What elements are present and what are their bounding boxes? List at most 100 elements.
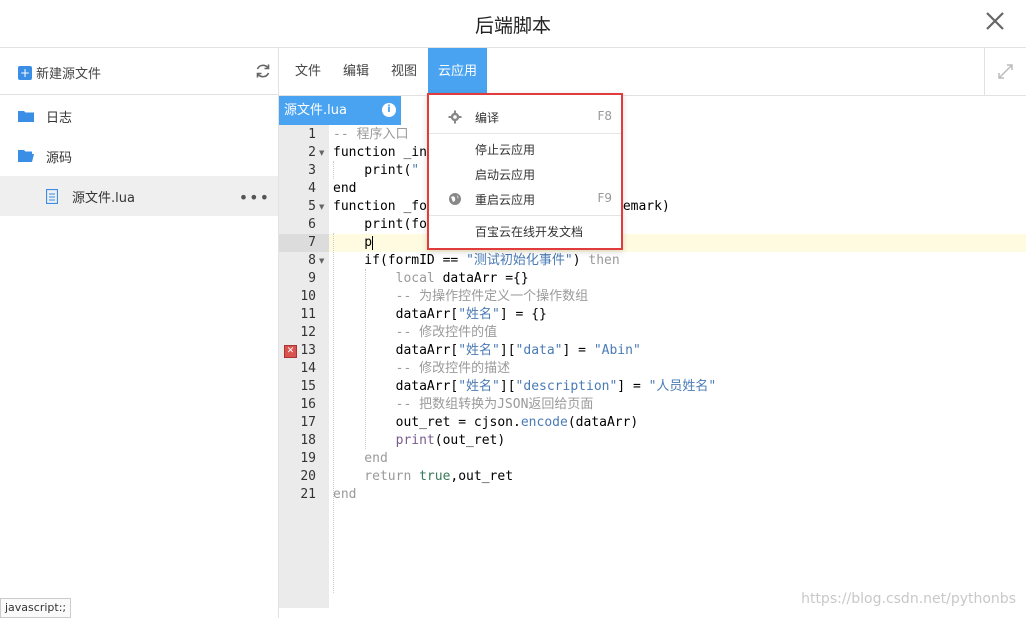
code-line: local dataArr ={} [333, 270, 529, 288]
code-line: return true,out_ret [333, 468, 513, 486]
menu-view[interactable]: 视图 [391, 48, 417, 95]
code-string: "Abin" [593, 343, 641, 358]
sidebar-item-label: 源码 [46, 150, 73, 166]
code-line: print(fo [333, 216, 427, 234]
file-icon [46, 188, 58, 204]
code-string: " [411, 163, 420, 178]
sidebar-item-label: 日志 [46, 110, 73, 126]
code-text: _fo [403, 199, 427, 214]
tab-label: 源文件.lua [284, 103, 347, 118]
code-text: if(formID == [333, 253, 467, 268]
shortcut-label: F9 [597, 191, 612, 205]
code-comment: -- 修改控件的描述 [333, 361, 511, 376]
window-title: 后端脚本 [474, 15, 551, 37]
line-number: 8 [308, 253, 316, 268]
new-file-label: 新建源文件 [36, 67, 102, 82]
line-number: 9 [308, 271, 316, 286]
line-number: 16 [300, 397, 316, 412]
sidebar-item-source-folder[interactable]: 源码 [0, 136, 278, 176]
sidebar-item-label: 源文件.lua [72, 190, 135, 206]
code-string: "测试初始化事件" [466, 253, 573, 268]
line-number: 12 [300, 325, 316, 340]
menu-item-stop-cloud-app[interactable]: 停止云应用 [429, 137, 621, 161]
code-line: -- 修改控件的描述 [333, 360, 510, 378]
menu-item-label: 重启云应用 [475, 193, 536, 207]
menu-edit[interactable]: 编辑 [343, 48, 369, 95]
plus-icon: + [18, 65, 32, 80]
code-keyword: end [333, 181, 357, 196]
folder-open-icon [18, 150, 34, 162]
gear-icon [448, 110, 462, 124]
code-line: function _in [333, 144, 427, 162]
line-number: 11 [300, 307, 316, 322]
line-number: 2 [308, 145, 316, 160]
code-string: "姓名" [458, 307, 500, 322]
line-number: 7 [308, 235, 316, 250]
code-text: dataArr[ [333, 379, 459, 394]
menu-item-label: 启动云应用 [475, 168, 536, 182]
cloud-app-dropdown-menu: 编译 F8 停止云应用 启动云应用 重启云应用 F9 百宝云在线开发文档 [427, 93, 623, 250]
sidebar-item-source-file[interactable]: 源文件.lua ••• [0, 176, 278, 216]
error-icon[interactable]: ✕ [284, 345, 297, 358]
code-literal: true [419, 469, 451, 484]
code-string: "姓名" [458, 379, 500, 394]
info-icon[interactable]: i [382, 103, 396, 117]
code-keyword: then [588, 253, 620, 268]
line-number: 14 [300, 361, 316, 376]
shortcut-label: F8 [597, 109, 612, 123]
code-editor[interactable]: 1 2 3 4 5 6 7 8 9 10 11 12 13 14 15 16 17 18 19 20 21 ▼ ▼ ▼ … [279, 125, 1026, 608]
fullscreen-button[interactable] [984, 48, 1026, 95]
code-string: "data" [515, 343, 563, 358]
code-text: dataArr[ [333, 343, 459, 358]
code-line: end [333, 180, 356, 198]
menu-item-dev-docs[interactable]: 百宝云在线开发文档 [429, 219, 621, 243]
tab-source-file[interactable]: 源文件.lua i [279, 96, 401, 125]
code-keyword: function [333, 145, 404, 160]
code-line: print(out_ret) [333, 432, 506, 450]
menu-item-compile[interactable]: 编译 F8 [429, 105, 621, 129]
new-file-button[interactable]: + 新建源文件 [18, 63, 101, 82]
code-line: -- 修改控件的值 [333, 324, 497, 342]
code-line: -- 为操作控件定义一个操作数组 [333, 288, 588, 306]
code-keyword: function [333, 199, 404, 214]
line-number: 21 [300, 487, 316, 502]
line-number: 6 [308, 217, 316, 232]
menu-divider [429, 133, 621, 134]
code-keyword: local [395, 271, 435, 286]
code-string: "人员姓名" [648, 379, 717, 394]
code-text: (out_ret) [434, 433, 506, 448]
line-number: 4 [308, 181, 316, 196]
file-sidebar: + 新建源文件 日志 源码 源文件.lua ••• javascript:; [0, 48, 279, 618]
refresh-icon[interactable] [254, 62, 272, 80]
fold-arrow-icon[interactable]: ▼ [319, 144, 324, 162]
code-text: print(fo [333, 217, 427, 232]
line-number: 19 [300, 451, 316, 466]
line-number: 20 [300, 469, 316, 484]
code-text: ] = [617, 379, 649, 394]
code-keyword: return [333, 469, 420, 484]
status-bar: javascript:; [0, 598, 72, 618]
code-comment: -- 修改控件的值 [333, 325, 498, 340]
fold-arrow-icon[interactable]: ▼ [319, 198, 324, 216]
close-icon[interactable] [982, 8, 1008, 34]
menu-cloud-app[interactable]: 云应用 [428, 48, 488, 95]
code-text: _in [403, 145, 427, 160]
code-line: if(formID == "测试初始化事件") then [333, 252, 620, 270]
code-line: -- 程序入口 [333, 126, 408, 144]
menu-item-start-cloud-app[interactable]: 启动云应用 [429, 162, 621, 186]
menu-item-label: 百宝云在线开发文档 [475, 225, 584, 239]
code-string: "姓名" [458, 343, 500, 358]
folder-icon [18, 111, 34, 122]
menu-file[interactable]: 文件 [295, 48, 321, 95]
more-options-icon[interactable]: ••• [239, 188, 270, 207]
code-line: dataArr["姓名"]["description"] = "人员姓名" [333, 378, 717, 396]
menu-item-restart-cloud-app[interactable]: 重启云应用 F9 [429, 187, 621, 211]
sidebar-item-log-folder[interactable]: 日志 [0, 96, 278, 136]
menu-item-label: 停止云应用 [475, 143, 536, 157]
code-string: "description" [515, 379, 618, 394]
code-keyword: end [333, 451, 388, 466]
code-text: p [333, 235, 373, 250]
code-line: end [333, 486, 356, 504]
fold-arrow-icon[interactable]: ▼ [319, 252, 324, 270]
